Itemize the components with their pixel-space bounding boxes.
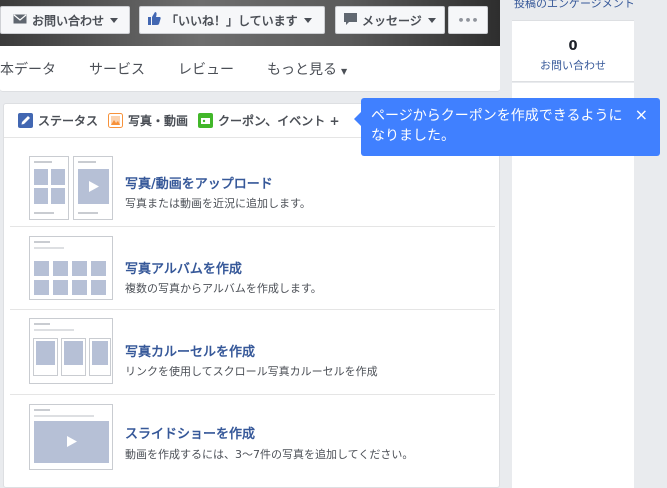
chevron-down-icon [427, 17, 436, 23]
message-button-label: メッセージ [362, 13, 422, 28]
photo-icon [108, 113, 124, 128]
option-title[interactable]: 写真アルバムを作成 [125, 258, 242, 277]
carousel-card [29, 318, 113, 384]
engagement-heading[interactable]: 投稿のエンゲージメント [512, 0, 667, 20]
liked-button-label: 「いいね！」しています [166, 13, 298, 28]
envelope-icon [13, 13, 27, 27]
contact-count-box: 0 お問い合わせ [512, 20, 634, 82]
cover-photo: お問い合わせ 「いいね！」しています メッセージ ••• [0, 0, 500, 46]
option-description: 複数の写真からアルバムを作成します。 [125, 282, 322, 295]
more-icon: ••• [457, 13, 479, 27]
tab-photo-video-label: 写真・動画 [128, 114, 189, 128]
tab-more-label: もっと見る [267, 61, 337, 78]
photo-card [29, 156, 69, 220]
tab-coupon-event[interactable]: クーポン、イベント + [198, 112, 340, 129]
album-card [29, 236, 113, 300]
liked-button[interactable]: 「いいね！」しています [139, 6, 325, 34]
message-icon [344, 12, 357, 28]
contact-count-label[interactable]: お問い合わせ [512, 57, 634, 73]
play-icon [89, 181, 99, 192]
option-description: リンクを使用してスクロール写真カルーセルを作成 [125, 365, 378, 378]
page-nav: 基本データ サービス レビュー もっと見る ▼ [0, 46, 500, 92]
tab-status[interactable]: ステータス [18, 112, 98, 129]
tab-about[interactable]: 基本データ [0, 59, 56, 79]
option-description: 動画を作成するには、3〜7件の写真を追加してください。 [125, 448, 414, 461]
slideshow-card [29, 404, 113, 470]
tab-more[interactable]: もっと見る ▼ [267, 59, 347, 79]
option-title[interactable]: 写真/動画をアップロード [125, 173, 273, 192]
tab-status-label: ステータス [38, 114, 99, 128]
contact-button[interactable]: お問い合わせ [0, 6, 130, 34]
option-title[interactable]: スライドショーを作成 [125, 423, 255, 442]
coupon-icon [198, 113, 214, 128]
contact-count: 0 [568, 39, 578, 54]
tooltip-text: ページからクーポンを作成できるようになりました。 [371, 108, 623, 144]
chevron-down-icon [110, 17, 119, 23]
thumbs-up-icon [148, 12, 161, 28]
play-icon [67, 436, 77, 447]
option-description: 写真または動画を近況に追加します。 [125, 197, 311, 210]
option-create-slideshow[interactable]: スライドショーを作成 動画を作成するには、3〜7件の写真を追加してください。 [10, 396, 495, 486]
coupon-tooltip: ページからクーポンを作成できるようになりました。 × [354, 98, 660, 156]
right-column: 投稿のエンゲージメント 0 お問い合わせ [512, 0, 667, 488]
option-create-album[interactable]: 写真アルバムを作成 複数の写真からアルバムを作成します。 [10, 228, 495, 310]
video-card [73, 156, 113, 220]
close-icon[interactable]: × [635, 105, 648, 125]
tab-coupon-event-label: クーポン、イベント + [218, 114, 340, 128]
more-button[interactable]: ••• [448, 6, 488, 34]
message-button[interactable]: メッセージ [335, 6, 445, 34]
chevron-down-icon: ▼ [341, 66, 348, 76]
chevron-down-icon [303, 17, 312, 23]
post-composer: ステータス 写真・動画 クーポン、イベント + 写真/動画をアップロード 写真ま… [3, 103, 500, 488]
tab-photo-video[interactable]: 写真・動画 [108, 112, 188, 129]
option-title[interactable]: 写真カルーセルを作成 [125, 341, 255, 360]
option-create-carousel[interactable]: 写真カルーセルを作成 リンクを使用してスクロール写真カルーセルを作成 [10, 311, 495, 395]
tab-services[interactable]: サービス [89, 59, 145, 79]
pencil-icon [18, 113, 33, 128]
tab-reviews[interactable]: レビュー [178, 59, 234, 79]
contact-button-label: お問い合わせ [32, 13, 105, 28]
